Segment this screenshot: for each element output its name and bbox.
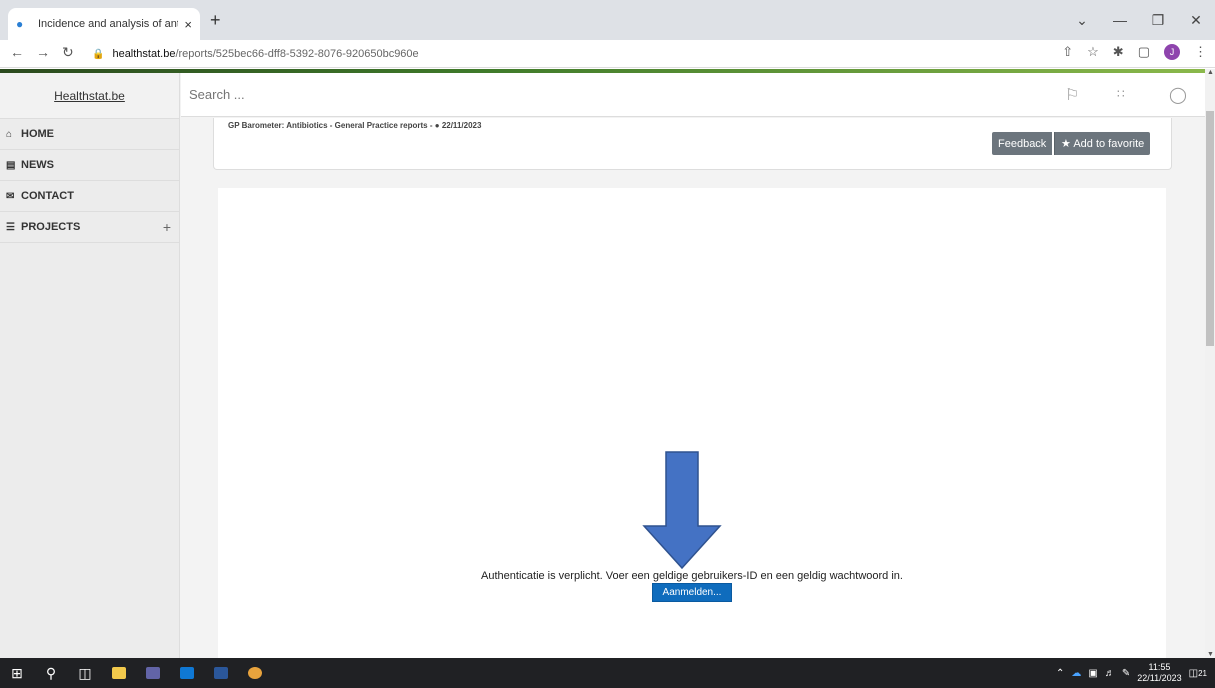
- minimize-icon[interactable]: —: [1101, 0, 1139, 40]
- clock[interactable]: 11:55 22/11/2023: [1137, 662, 1181, 684]
- outlook-icon[interactable]: [170, 658, 204, 688]
- clock-icon: ●: [434, 121, 440, 130]
- chrome-icon[interactable]: [238, 658, 272, 688]
- apps-grid-icon[interactable]: ∷: [1117, 87, 1125, 101]
- browser-tab[interactable]: ● Incidence and analysis of antibio ×: [8, 8, 200, 40]
- sidebar-item-label: CONTACT: [21, 190, 74, 202]
- tab-title: Incidence and analysis of antibio: [38, 18, 178, 30]
- sidebar-item-news[interactable]: ▤ NEWS: [0, 150, 179, 181]
- report-header-card: GP Barometer: Antibiotics - General Prac…: [213, 118, 1172, 170]
- reload-icon[interactable]: ↻: [62, 44, 74, 61]
- scroll-down-icon[interactable]: ▼: [1207, 651, 1214, 658]
- system-tray: ⌃ ☁ ▣ ♬ ✎ 11:55 22/11/2023 ◫21: [1056, 658, 1215, 688]
- chevron-up-icon[interactable]: ⌃: [1056, 668, 1064, 679]
- sidebar-item-projects[interactable]: ☰ PROJECTS +: [0, 212, 179, 243]
- page: Healthstat.be ⌂ HOME ▤ NEWS ✉ CONTACT ☰ …: [0, 69, 1215, 658]
- search-input[interactable]: [189, 83, 1049, 105]
- notifications-icon[interactable]: ◫21: [1189, 668, 1207, 679]
- news-icon: ▤: [6, 159, 16, 171]
- profile-avatar[interactable]: J: [1164, 44, 1180, 60]
- sidebar-item-label: NEWS: [21, 159, 54, 171]
- url-host: healthstat.be: [112, 48, 176, 60]
- url-path: /reports/525bec66-dff8-5392-8076-920650b…: [175, 48, 419, 60]
- auth-message: Authenticatie is verplicht. Voer een gel…: [481, 570, 903, 582]
- word-icon[interactable]: [204, 658, 238, 688]
- sidebar-item-contact[interactable]: ✉ CONTACT: [0, 181, 179, 212]
- task-view-icon[interactable]: ◫: [68, 658, 102, 688]
- close-window-icon[interactable]: ✕: [1177, 0, 1215, 40]
- home-icon: ⌂: [6, 128, 13, 140]
- file-explorer-icon[interactable]: [102, 658, 136, 688]
- lock-icon: 🔒: [92, 48, 105, 60]
- scroll-thumb[interactable]: [1206, 111, 1214, 346]
- sidebar-item-label: PROJECTS: [21, 221, 81, 233]
- share-icon[interactable]: ⇧: [1062, 44, 1073, 60]
- sidebar-item-label: HOME: [21, 128, 54, 140]
- extensions-icon[interactable]: ✱: [1113, 44, 1124, 60]
- login-button[interactable]: Aanmelden...: [652, 583, 732, 602]
- browser-tab-bar: ● Incidence and analysis of antibio × + …: [0, 0, 1215, 40]
- back-icon[interactable]: ←: [10, 44, 24, 60]
- top-search-bar: ⚐ ∷ ◯: [181, 73, 1205, 117]
- restore-icon[interactable]: ❐: [1139, 0, 1177, 40]
- side-panel-icon[interactable]: ▢: [1138, 44, 1150, 60]
- database-icon: ☰: [6, 221, 15, 233]
- window-controls: ⌄ — ❐ ✕: [1063, 0, 1215, 40]
- add-to-favorite-button[interactable]: ★ Add to favorite: [1054, 132, 1151, 155]
- taskbar: ⊞ ⚲ ◫ ⌃ ☁ ▣ ♬ ✎ 11:55 22/11/2023 ◫21: [0, 658, 1215, 688]
- forward-icon[interactable]: →: [36, 44, 50, 60]
- sidebar: Healthstat.be ⌂ HOME ▤ NEWS ✉ CONTACT ☰ …: [0, 73, 180, 658]
- star-icon: ★: [1061, 138, 1071, 150]
- address-bar: ← → ↻ 🔒 healthstat.be /reports/525bec66-…: [0, 40, 1215, 68]
- brand-link[interactable]: Healthstat.be: [0, 73, 179, 119]
- windows-start-icon[interactable]: ⊞: [0, 658, 34, 688]
- onedrive-icon[interactable]: ☁: [1071, 668, 1081, 679]
- url-field[interactable]: 🔒 healthstat.be /reports/525bec66-dff8-5…: [92, 43, 1092, 65]
- bookmark-star-icon[interactable]: ☆: [1087, 44, 1099, 60]
- toolbar-icons: ⇧ ☆ ✱ ▢ J ⋮: [1062, 44, 1207, 60]
- tab-search-icon[interactable]: ⌄: [1063, 0, 1101, 40]
- annotation-arrow: [642, 451, 722, 570]
- teams-icon[interactable]: [136, 658, 170, 688]
- tab-close-icon[interactable]: ×: [184, 17, 192, 32]
- envelope-icon: ✉: [6, 190, 15, 202]
- report-date: 22/11/2023: [441, 121, 482, 130]
- flag-icon[interactable]: ⚐: [1065, 85, 1079, 105]
- user-account-icon[interactable]: ◯: [1169, 85, 1187, 105]
- report-frame: Authenticatie is verplicht. Voer een gel…: [218, 188, 1166, 658]
- projects-expand-button[interactable]: +: [163, 219, 171, 235]
- search-icon[interactable]: ⚲: [34, 658, 68, 688]
- new-tab-button[interactable]: +: [210, 10, 221, 31]
- scroll-up-icon[interactable]: ▲: [1207, 69, 1214, 76]
- page-scrollbar[interactable]: ▲ ▼: [1205, 69, 1215, 658]
- volume-icon[interactable]: ♬: [1105, 668, 1115, 679]
- pen-icon[interactable]: ✎: [1122, 668, 1130, 679]
- battery-icon[interactable]: ▣: [1088, 668, 1097, 679]
- sidebar-item-home[interactable]: ⌂ HOME: [0, 119, 179, 150]
- feedback-button[interactable]: Feedback: [992, 132, 1053, 155]
- menu-kebab-icon[interactable]: ⋮: [1194, 44, 1207, 60]
- report-title: GP Barometer: Antibiotics - General Prac…: [228, 121, 482, 130]
- drupal-favicon-icon: ●: [16, 17, 24, 31]
